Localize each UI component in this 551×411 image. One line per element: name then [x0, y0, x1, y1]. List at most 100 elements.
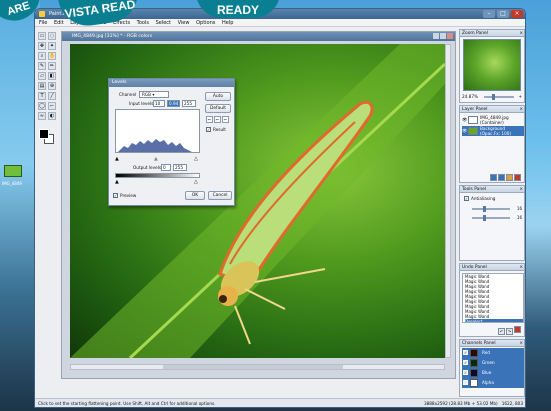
tools-panel-title[interactable]: Tools Panel ×	[460, 186, 524, 193]
clear-history-icon[interactable]	[514, 326, 521, 333]
white-eyedropper-icon[interactable]: ⌐	[222, 116, 229, 123]
zoom-thumbnail[interactable]	[463, 39, 521, 91]
input-high-field[interactable]: 255	[182, 100, 196, 107]
zoom-panel-title[interactable]: Zoom Panel ×	[460, 30, 524, 37]
brush-tool-icon[interactable]: ✎	[38, 62, 46, 70]
output-white-slider[interactable]: △	[194, 179, 198, 185]
panel-close-icon[interactable]: ×	[519, 106, 523, 113]
output-low-field[interactable]: 0	[161, 164, 171, 171]
layer-row-background[interactable]: 👁 Background (Opac.Fx: 100)	[462, 126, 524, 136]
ok-button[interactable]: OK	[185, 191, 205, 200]
layer-properties-icon[interactable]	[506, 174, 513, 181]
undo-panel-title[interactable]: Undo Panel ×	[460, 264, 524, 271]
input-low-field[interactable]: 10	[153, 100, 165, 107]
undo-icon[interactable]: ↶	[498, 328, 505, 335]
pencil-tool-icon[interactable]: ✏	[48, 62, 56, 70]
minimize-button[interactable]: –	[483, 10, 495, 18]
black-eyedropper-icon[interactable]: ⌐	[206, 116, 213, 123]
slider-knob[interactable]	[483, 206, 487, 212]
delete-layer-icon[interactable]	[514, 174, 521, 181]
clone-tool-icon[interactable]: ⊕	[48, 82, 56, 90]
input-black-slider[interactable]: ▲	[115, 156, 119, 162]
panel-close-icon[interactable]: ×	[519, 340, 523, 347]
tool-hardness-slider[interactable]: 16	[464, 215, 522, 221]
menu-file[interactable]: File	[39, 20, 47, 26]
channel-row-red[interactable]: ✓ Red	[462, 348, 524, 358]
redo-icon[interactable]: ↷	[506, 328, 513, 335]
marquee-tool-icon[interactable]: ▭	[38, 32, 46, 40]
doc-minimize-button[interactable]	[433, 33, 439, 39]
fill-tool-icon[interactable]: ◧	[48, 72, 56, 80]
lasso-tool-icon[interactable]: ◌	[48, 32, 56, 40]
maximize-button[interactable]: □	[497, 10, 509, 18]
menu-tools[interactable]: Tools	[137, 20, 149, 26]
doc-close-button[interactable]	[447, 33, 453, 39]
text-tool-icon[interactable]: T	[38, 92, 46, 100]
menu-help[interactable]: Help	[222, 20, 233, 26]
menu-edit[interactable]: Edit	[54, 20, 64, 26]
input-gray-slider[interactable]: ▲	[154, 156, 158, 162]
slider-track[interactable]	[472, 217, 510, 219]
magic-wand-tool-icon[interactable]: ✦	[48, 42, 56, 50]
desktop-file-icon[interactable]	[4, 165, 22, 177]
channel-visible-checkbox[interactable]: ✓	[463, 360, 468, 365]
zoom-tool-icon[interactable]: ⌕	[38, 52, 46, 60]
duplicate-layer-icon[interactable]	[498, 174, 505, 181]
panel-close-icon[interactable]: ×	[519, 30, 523, 37]
channel-row-blue[interactable]: ✓ Blue	[462, 368, 524, 378]
document-titlebar[interactable]: IMG_4849.jpg [31%] * - RGB colors	[62, 32, 455, 41]
menu-view[interactable]: View	[178, 20, 190, 26]
result-checkbox[interactable]: ✓	[206, 127, 211, 132]
zoom-slider-track[interactable]	[484, 96, 514, 98]
output-black-slider[interactable]: ▲	[115, 179, 119, 185]
input-mid-field[interactable]: 0.94	[167, 100, 180, 107]
layer-panel-title[interactable]: Layer Panel ×	[460, 106, 524, 113]
eraser-tool-icon[interactable]: ▱	[38, 72, 46, 80]
menu-select[interactable]: Select	[156, 20, 171, 26]
output-high-field[interactable]: 255	[173, 164, 187, 171]
foreground-color-swatch[interactable]	[39, 129, 49, 139]
scrollbar-thumb[interactable]	[163, 365, 343, 369]
move-tool-icon[interactable]: ✥	[38, 42, 46, 50]
menu-options[interactable]: Options	[196, 20, 215, 26]
recolor-tool-icon[interactable]: ◐	[48, 112, 56, 120]
zoom-in-icon[interactable]: +	[518, 94, 522, 100]
slider-track[interactable]	[472, 208, 510, 210]
layer-row-container[interactable]: 👁 IMG_4849.jpg (Container)	[462, 115, 524, 125]
undo-history-item[interactable]: Deselect	[465, 319, 523, 322]
panel-close-icon[interactable]: ×	[519, 186, 523, 193]
levels-dialog-title[interactable]: Levels	[109, 79, 234, 87]
gradient-tool-icon[interactable]: ▤	[38, 82, 46, 90]
channel-select[interactable]: RGB ▾	[139, 91, 169, 98]
line-tool-icon[interactable]: ╱	[48, 92, 56, 100]
zoom-slider-knob[interactable]	[491, 94, 495, 100]
smudge-tool-icon[interactable]: ≈	[38, 112, 46, 120]
channel-row-green[interactable]: ✓ Green	[462, 358, 524, 368]
pan-tool-icon[interactable]: ✋	[48, 52, 56, 60]
default-button[interactable]: Default	[205, 104, 231, 113]
antialiasing-checkbox[interactable]: ✓	[464, 196, 469, 201]
doc-maximize-button[interactable]	[440, 33, 446, 39]
undo-history-list[interactable]: Magic Wand Magic Wand Magic Wand Magic Wand…	[462, 273, 524, 323]
eyedropper-tool-icon[interactable]: ⌐	[48, 102, 56, 110]
input-white-slider[interactable]: △	[194, 156, 198, 162]
slider-knob[interactable]	[483, 215, 487, 221]
channel-visible-checkbox[interactable]	[463, 380, 468, 385]
shape-tool-icon[interactable]: ◯	[38, 102, 46, 110]
canvas-vertical-scrollbar[interactable]	[445, 44, 451, 358]
channel-visible-checkbox[interactable]: ✓	[463, 370, 468, 375]
panel-close-icon[interactable]: ×	[519, 264, 523, 271]
new-layer-icon[interactable]	[490, 174, 497, 181]
gray-eyedropper-icon[interactable]: ⌐	[214, 116, 221, 123]
canvas-horizontal-scrollbar[interactable]	[70, 364, 445, 370]
auto-button[interactable]: Auto	[205, 92, 231, 101]
eye-icon[interactable]: 👁	[462, 117, 467, 122]
channels-panel-title[interactable]: Channels Panel ×	[460, 340, 524, 347]
eye-icon[interactable]: 👁	[462, 128, 467, 133]
preview-checkbox[interactable]: ✓	[113, 193, 118, 198]
cancel-button[interactable]: Cancel	[208, 191, 232, 200]
tool-size-slider[interactable]: 16	[464, 206, 522, 212]
channel-visible-checkbox[interactable]: ✓	[463, 350, 468, 355]
close-button[interactable]: ×	[511, 10, 523, 18]
channel-row-alpha[interactable]: Alpha	[462, 378, 524, 388]
